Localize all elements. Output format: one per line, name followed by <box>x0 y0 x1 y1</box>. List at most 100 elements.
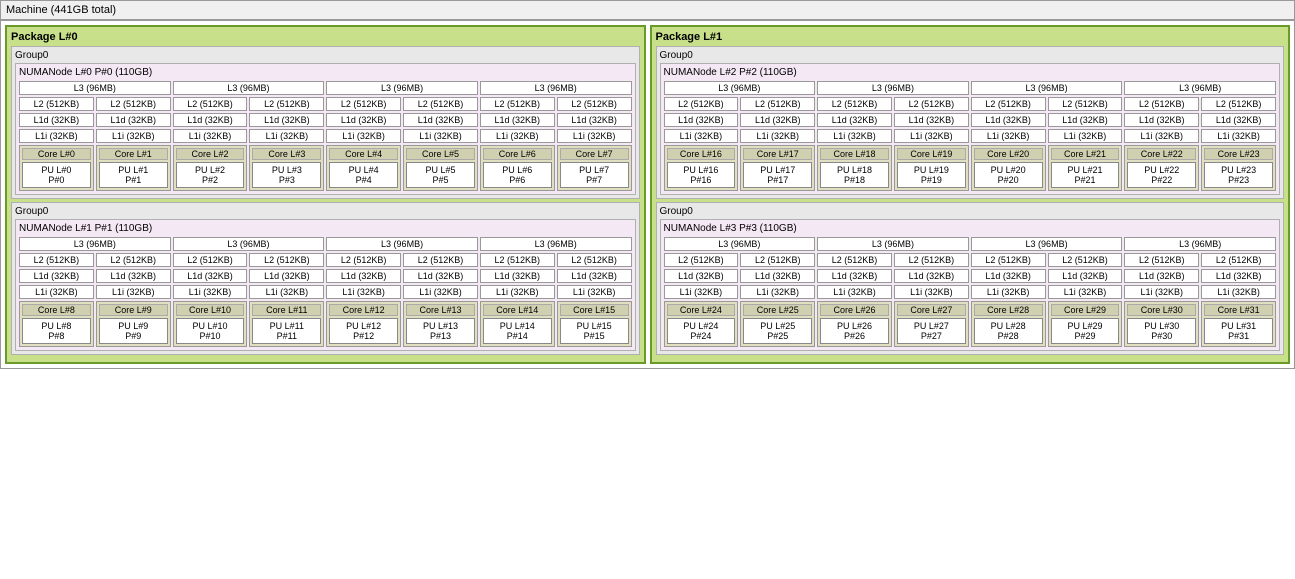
l1d-cache: L1d (32KB) <box>1048 269 1123 283</box>
l2-cache: L2 (512KB) <box>557 253 632 267</box>
package-0: Package L#0Group0NUMANode L#0 P#0 (110GB… <box>5 25 646 364</box>
pu-box: PU L#25 P#25 <box>743 318 812 344</box>
core-box: Core L#8PU L#8 P#8 <box>19 301 94 347</box>
core-title: Core L#27 <box>897 304 966 316</box>
core-box: Core L#1 PU L#1 P#1 <box>96 145 171 191</box>
l1i-cache: L1i (32KB) <box>557 285 632 299</box>
l3-cache: L3 (96MB) <box>480 81 632 95</box>
l1d-cache: L1d (32KB) <box>971 113 1046 127</box>
core-box: Core L#5PU L#5 P#5 <box>403 145 478 191</box>
cores-row: Core L#8PU L#8 P#8 Core L#9 PU L#9 P#9 Core… <box>19 301 632 347</box>
core-title: Core L#15 <box>560 304 629 316</box>
l2-cache: L2 (512KB) <box>894 97 969 111</box>
l1d-cache: L1d (32KB) <box>403 269 478 283</box>
l2-cache: L2 (512KB) <box>1201 97 1276 111</box>
l2-cache: L2 (512KB) <box>557 97 632 111</box>
l1i-cache: L1i (32KB) <box>403 285 478 299</box>
pu-box: PU L#22 P#22 <box>1127 162 1196 188</box>
core-box: Core L#26PU L#26 P#26 <box>817 301 892 347</box>
group-1-1: Group0NUMANode L#3 P#3 (110GB)L3 (96MB)L… <box>656 202 1285 355</box>
l1d-cache: L1d (32KB) <box>664 269 739 283</box>
core-box: Core L#27 PU L#27 P#27 <box>894 301 969 347</box>
l2-row: L2 (512KB)L2 (512KB)L2 (512KB)L2 (512KB)… <box>664 97 1277 111</box>
l2-cache: L2 (512KB) <box>1048 253 1123 267</box>
l2-cache: L2 (512KB) <box>173 253 248 267</box>
l1i-cache: L1i (32KB) <box>19 285 94 299</box>
group-0-1: Group0 NUMANode L#1 P#1 (110GB)L3 (96MB)L… <box>11 202 640 355</box>
l1d-cache: L1d (32KB) <box>96 269 171 283</box>
pu-box: PU L#24 P#24 <box>667 318 736 344</box>
l1i-cache: L1i (32KB) <box>173 129 248 143</box>
l2-cache: L2 (512KB) <box>326 97 401 111</box>
group-title: Group0 <box>660 206 1281 217</box>
l2-cache: L2 (512KB) <box>664 97 739 111</box>
l2-cache: L2 (512KB) <box>740 97 815 111</box>
l2-cache: L2 (512KB) <box>173 97 248 111</box>
l1d-cache: L1d (32KB) <box>326 269 401 283</box>
l1d-cache: L1d (32KB) <box>1201 269 1276 283</box>
core-title: Core L#14 <box>483 304 552 316</box>
l1i-cache: L1i (32KB) <box>326 285 401 299</box>
l1d-cache: L1d (32KB) <box>1124 113 1199 127</box>
pu-box: PU L#3 P#3 <box>252 162 321 188</box>
package-1: Package L#1Group0NUMANode L#2 P#2 (110GB… <box>650 25 1291 364</box>
l3-cache: L3 (96MB) <box>173 81 325 95</box>
core-box: Core L#0PU L#0 P#0 <box>19 145 94 191</box>
core-title: Core L#31 <box>1204 304 1273 316</box>
pu-box: PU L#7 P#7 <box>560 162 629 188</box>
core-box: Core L#16PU L#16 P#16 <box>664 145 739 191</box>
l2-cache: L2 (512KB) <box>249 97 324 111</box>
group-title: Group0 <box>15 206 636 217</box>
core-box: Core L#18 PU L#18 P#18 <box>817 145 892 191</box>
l1i-row: L1i (32KB)L1i (32KB)L1i (32KB)L1i (32KB)… <box>19 129 632 143</box>
l1i-cache: L1i (32KB) <box>664 285 739 299</box>
core-title: Core L#1 <box>99 148 168 160</box>
l1d-cache: L1d (32KB) <box>173 269 248 283</box>
pu-box: PU L#18 P#18 <box>820 162 889 188</box>
l1i-cache: L1i (32KB) <box>249 129 324 143</box>
pu-box: PU L#31 P#31 <box>1204 318 1273 344</box>
core-title: Core L#23 <box>1204 148 1273 160</box>
l1i-cache: L1i (32KB) <box>403 129 478 143</box>
pu-box: PU L#27 P#27 <box>897 318 966 344</box>
numa-title: NUMANode L#3 P#3 (110GB) <box>664 223 1277 234</box>
l1d-cache: L1d (32KB) <box>326 113 401 127</box>
l1d-row: L1d (32KB)L1d (32KB)L1d (32KB)L1d (32KB)… <box>664 269 1277 283</box>
l2-row: L2 (512KB)L2 (512KB)L2 (512KB)L2 (512KB)… <box>664 253 1277 267</box>
l1d-cache: L1d (32KB) <box>894 269 969 283</box>
l1i-cache: L1i (32KB) <box>1124 285 1199 299</box>
l1i-cache: L1i (32KB) <box>96 129 171 143</box>
core-title: Core L#6 <box>483 148 552 160</box>
l1i-cache: L1i (32KB) <box>96 285 171 299</box>
pu-box: PU L#1 P#1 <box>99 162 168 188</box>
cores-row: Core L#0PU L#0 P#0Core L#1PU L#1 P#1Core… <box>19 145 632 191</box>
core-box: Core L#3PU L#3 P#3 <box>249 145 324 191</box>
l1i-cache: L1i (32KB) <box>1048 129 1123 143</box>
core-title: Core L#9 <box>99 304 168 316</box>
core-box: Core L#17PU L#17 P#17 <box>740 145 815 191</box>
l2-cache: L2 (512KB) <box>664 253 739 267</box>
pu-box: PU L#26 P#26 <box>820 318 889 344</box>
core-title: Core L#22 <box>1127 148 1196 160</box>
package-title: Package L#1 <box>656 31 1285 43</box>
l3-cache: L3 (96MB) <box>19 237 171 251</box>
core-title: Core L#18 <box>820 148 889 160</box>
l1i-cache: L1i (32KB) <box>817 129 892 143</box>
core-box: Core L#7PU L#7 P#7 <box>557 145 632 191</box>
numa-node: NUMANode L#1 P#1 (110GB)L3 (96MB)L3 (96M… <box>15 219 636 351</box>
pu-box: PU L#9 P#9 <box>99 318 168 344</box>
pu-box: PU L#6 P#6 <box>483 162 552 188</box>
l1d-cache: L1d (32KB) <box>971 269 1046 283</box>
pu-box: PU L#11 P#11 <box>252 318 321 344</box>
pu-box: PU L#2 P#2 <box>176 162 245 188</box>
core-box: Core L#4PU L#4 P#4 <box>326 145 401 191</box>
core-box: Core L#28PU L#28 P#28 <box>971 301 1046 347</box>
pu-box: PU L#28 P#28 <box>974 318 1043 344</box>
group-title: Group0 <box>15 50 636 61</box>
pu-box: PU L#21 P#21 <box>1051 162 1120 188</box>
pu-box: PU L#8 P#8 <box>22 318 91 344</box>
l1i-cache: L1i (32KB) <box>740 129 815 143</box>
l1d-cache: L1d (32KB) <box>96 113 171 127</box>
l2-cache: L2 (512KB) <box>19 253 94 267</box>
l1i-cache: L1i (32KB) <box>894 129 969 143</box>
